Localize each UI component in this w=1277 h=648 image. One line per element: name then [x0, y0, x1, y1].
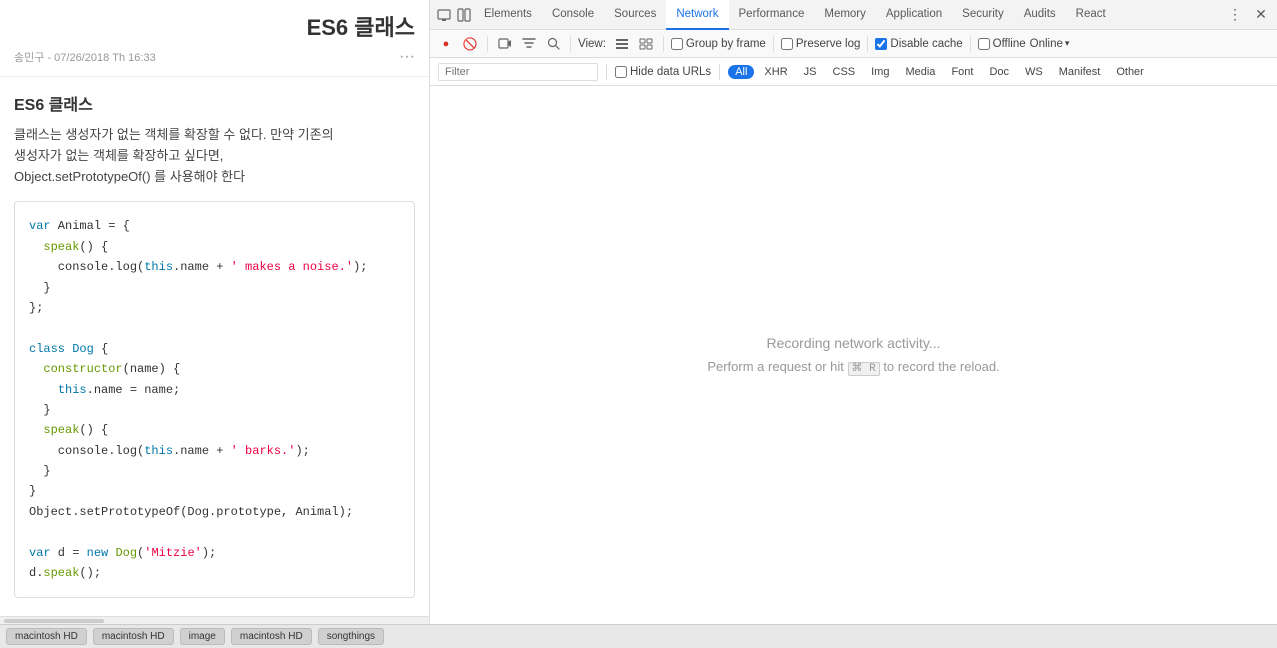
filter-sep — [606, 64, 607, 80]
tab-network[interactable]: Network — [666, 0, 728, 30]
chevron-down-icon: ▾ — [1065, 38, 1070, 49]
left-meta: 송민구 - 07/26/2018 Th 16:33 ··· — [14, 48, 415, 66]
date: 07/26/2018 Th 16:33 — [54, 52, 156, 64]
group-by-frame-text: Group by frame — [686, 38, 766, 50]
filter-type-font[interactable]: Font — [945, 64, 979, 80]
taskbar-item-2[interactable]: macintosh HD — [93, 628, 174, 645]
disable-cache-text: Disable cache — [890, 38, 962, 50]
meta-text: 송민구 - 07/26/2018 Th 16:33 — [14, 49, 156, 65]
search-button[interactable] — [543, 34, 563, 54]
toolbar-sep-6 — [970, 36, 971, 52]
network-toolbar: ● 🚫 View: Group by frame — [430, 30, 1277, 58]
toolbar-sep-3 — [663, 36, 664, 52]
left-panel: ES6 클래스 송민구 - 07/26/2018 Th 16:33 ··· ES… — [0, 0, 430, 624]
tab-react[interactable]: React — [1066, 0, 1116, 30]
tab-application[interactable]: Application — [876, 0, 952, 30]
preserve-log-label[interactable]: Preserve log — [781, 38, 861, 50]
disable-cache-checkbox[interactable] — [875, 38, 887, 50]
filter-type-js[interactable]: JS — [798, 64, 823, 80]
filter-type-other[interactable]: Other — [1110, 64, 1150, 80]
tab-console[interactable]: Console — [542, 0, 604, 30]
filter-type-ws[interactable]: WS — [1019, 64, 1049, 80]
taskbar-item-3[interactable]: image — [180, 628, 225, 645]
tab-sources[interactable]: Sources — [604, 0, 666, 30]
record-button[interactable]: ● — [436, 34, 456, 54]
taskbar-item-5[interactable]: songthings — [318, 628, 384, 645]
filter-input[interactable] — [438, 63, 598, 81]
recording-text: Recording network activity... — [766, 335, 940, 351]
devtools-panel: Elements Console Sources Network Perform… — [430, 0, 1277, 624]
recording-subtext: Perform a request or hit ⌘ R to record t… — [707, 359, 999, 375]
filter-type-media[interactable]: Media — [899, 64, 941, 80]
filter-bar: Hide data URLs All XHR JS CSS Img Media … — [430, 58, 1277, 86]
tab-elements[interactable]: Elements — [474, 0, 542, 30]
offline-checkbox[interactable] — [978, 38, 990, 50]
tab-security[interactable]: Security — [952, 0, 1014, 30]
grid-view-button[interactable] — [636, 34, 656, 54]
tab-memory[interactable]: Memory — [814, 0, 876, 30]
scrollbar-thumb[interactable] — [4, 619, 104, 623]
filter-button[interactable] — [519, 34, 539, 54]
toolbar-sep-4 — [773, 36, 774, 52]
tab-performance[interactable]: Performance — [729, 0, 815, 30]
hide-data-urls-checkbox[interactable] — [615, 66, 627, 78]
tab-audits[interactable]: Audits — [1014, 0, 1066, 30]
screenshot-icon[interactable] — [434, 5, 454, 25]
close-devtools-button[interactable]: ✕ — [1249, 3, 1273, 27]
left-content: ES6 클래스 클래스는 생성자가 없는 객체를 확장할 수 없다. 만약 기존… — [0, 77, 429, 616]
taskbar-item-1[interactable]: macintosh HD — [6, 628, 87, 645]
group-by-frame-label[interactable]: Group by frame — [671, 38, 766, 50]
more-button[interactable]: ··· — [399, 48, 415, 66]
preserve-log-text: Preserve log — [796, 38, 861, 50]
filter-sep-2 — [719, 64, 720, 80]
keyboard-shortcut: ⌘ R — [848, 362, 880, 376]
left-header: ES6 클래스 송민구 - 07/26/2018 Th 16:33 ··· — [0, 0, 429, 77]
hide-data-urls-text: Hide data URLs — [630, 66, 711, 78]
filter-type-manifest[interactable]: Manifest — [1053, 64, 1107, 80]
filter-type-img[interactable]: Img — [865, 64, 895, 80]
offline-label[interactable]: Offline — [978, 38, 1026, 50]
view-label: View: — [578, 38, 606, 50]
filter-type-css[interactable]: CSS — [827, 64, 862, 80]
network-main-area: Recording network activity... Perform a … — [430, 86, 1277, 624]
disable-cache-label[interactable]: Disable cache — [875, 38, 962, 50]
toolbar-sep-2 — [570, 36, 571, 52]
preserve-log-checkbox[interactable] — [781, 38, 793, 50]
hide-data-urls-label[interactable]: Hide data URLs — [615, 66, 711, 78]
taskbar: macintosh HD macintosh HD image macintos… — [0, 624, 1277, 648]
dock-icon[interactable] — [454, 5, 474, 25]
more-tabs-button[interactable]: ⋮ — [1223, 3, 1247, 27]
offline-text: Offline — [993, 38, 1026, 50]
taskbar-item-4[interactable]: macintosh HD — [231, 628, 312, 645]
toolbar-sep-5 — [867, 36, 868, 52]
code-block: var Animal = { speak() { console.log(thi… — [14, 201, 415, 598]
page-title: ES6 클래스 — [14, 10, 415, 42]
video-button[interactable] — [495, 34, 515, 54]
filter-type-all[interactable]: All — [728, 65, 754, 79]
article-subtitle: ES6 클래스 — [14, 91, 415, 115]
stop-button[interactable]: 🚫 — [460, 34, 480, 54]
filter-type-doc[interactable]: Doc — [983, 64, 1015, 80]
filter-type-xhr[interactable]: XHR — [758, 64, 793, 80]
article-text: 클래스는 생성자가 없는 객체를 확장할 수 없다. 만약 기존의생성자가 없는… — [14, 125, 415, 187]
group-by-frame-checkbox[interactable] — [671, 38, 683, 50]
devtools-tabs: Elements Console Sources Network Perform… — [430, 0, 1277, 30]
devtools-action-icons: ⋮ ✕ — [1223, 3, 1273, 27]
left-scrollbar[interactable] — [0, 616, 429, 624]
author: 송민구 — [14, 52, 44, 64]
toolbar-sep-1 — [487, 36, 488, 52]
list-view-button[interactable] — [612, 34, 632, 54]
online-selector[interactable]: Online ▾ — [1030, 38, 1070, 50]
online-text: Online — [1030, 38, 1063, 50]
